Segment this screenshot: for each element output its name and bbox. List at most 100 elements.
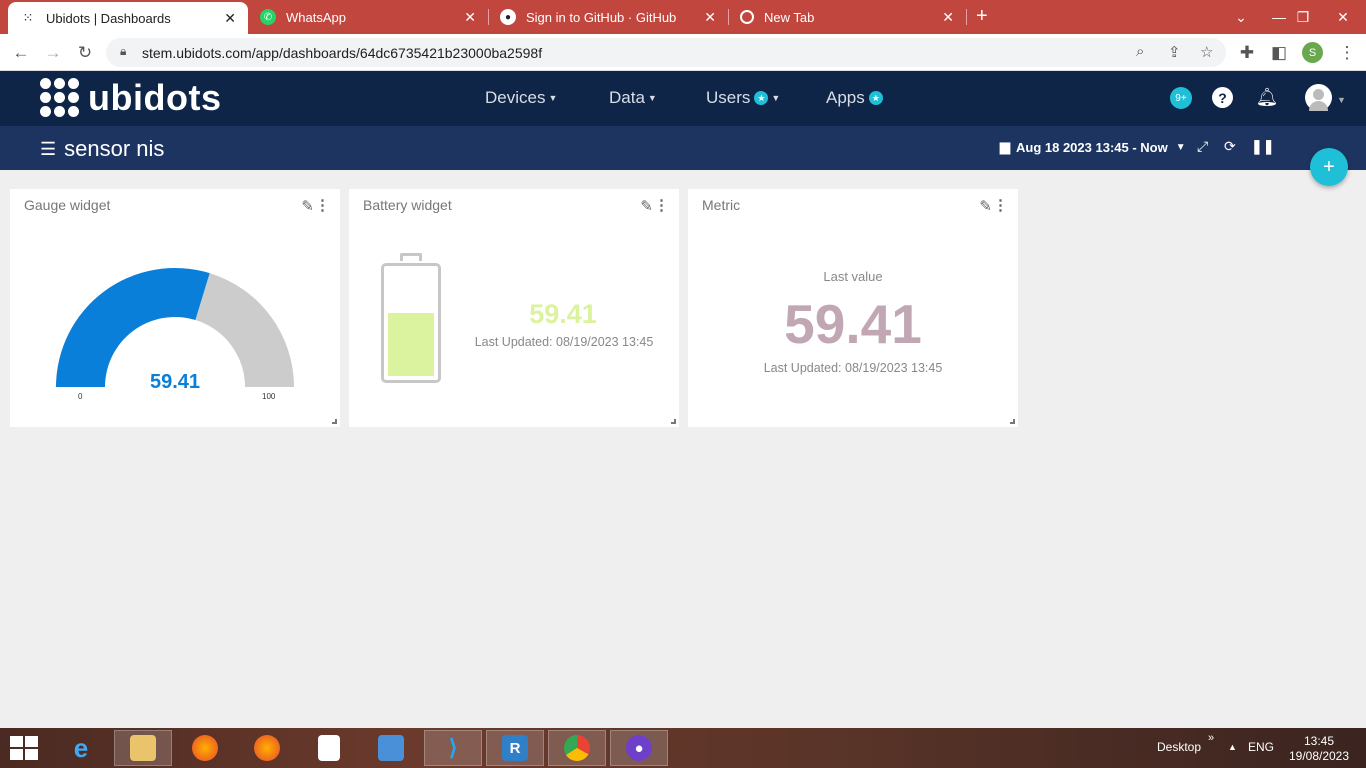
gauge-widget[interactable]: Gauge widget ✎ ⋮ 59.41 0 100 bbox=[10, 189, 340, 427]
taskbar-github-desktop[interactable]: ● bbox=[610, 730, 668, 766]
battery-level-fill bbox=[388, 313, 434, 376]
tab-ubidots[interactable]: ⁙ Ubidots | Dashboards ✕ bbox=[8, 2, 248, 34]
new-tab-icon[interactable]: + bbox=[976, 5, 988, 28]
battery-cap bbox=[400, 253, 422, 261]
taskbar-clock[interactable]: 13:45 19/08/2023 bbox=[1282, 734, 1356, 764]
taskbar-file-explorer[interactable] bbox=[114, 730, 172, 766]
widget-menu-icon[interactable]: ⋮ bbox=[654, 196, 669, 214]
close-window-icon[interactable]: ✕ bbox=[1320, 0, 1366, 34]
side-panel-icon[interactable]: ◧ bbox=[1266, 40, 1292, 66]
clock-time: 13:45 bbox=[1303, 734, 1335, 748]
battery-widget[interactable]: Battery widget ✎ ⋮ 59.41 Last Updated: 0… bbox=[349, 189, 679, 427]
lock-icon[interactable]: 🔒︎ bbox=[120, 44, 126, 59]
language-indicator[interactable]: ENG bbox=[1248, 740, 1274, 754]
gauge-value: 59.41 bbox=[149, 371, 201, 393]
forward-arrow-icon[interactable]: → bbox=[40, 40, 66, 66]
double-chevron-icon[interactable]: » bbox=[1208, 732, 1214, 744]
calendar-icon: ▆ bbox=[1000, 139, 1010, 154]
gauge-max-label: 100 bbox=[262, 392, 276, 401]
nav-users[interactable]: Users ★ ▼ bbox=[706, 88, 780, 108]
browser-tab-strip: ⁙ Ubidots | Dashboards ✕ ✆ WhatsApp ✕ ● … bbox=[0, 0, 1366, 34]
taskbar-chrome[interactable] bbox=[548, 730, 606, 766]
widget-menu-icon[interactable]: ⋮ bbox=[315, 196, 330, 214]
chrome-icon bbox=[740, 10, 754, 24]
taskbar-notepad[interactable] bbox=[300, 730, 358, 766]
resize-handle[interactable] bbox=[1010, 419, 1015, 424]
nav-users-label: Users bbox=[706, 88, 751, 107]
pause-icon[interactable]: ❚❚ bbox=[1251, 138, 1274, 155]
bookmark-star-icon[interactable]: ☆ bbox=[1200, 43, 1213, 61]
refresh-icon[interactable]: ⟳ bbox=[1224, 138, 1236, 155]
url-text[interactable]: stem.ubidots.com/app/dashboards/64dc6735… bbox=[142, 45, 542, 61]
firefox-icon bbox=[254, 735, 280, 761]
tray-up-arrow-icon[interactable]: ▲ bbox=[1228, 742, 1237, 752]
profile-avatar[interactable]: S bbox=[1302, 42, 1323, 63]
reload-icon[interactable]: ↻ bbox=[72, 40, 98, 66]
share-icon[interactable]: ⇪ bbox=[1168, 43, 1181, 61]
widget-title: Metric bbox=[702, 197, 741, 213]
avatar-caret-icon[interactable]: ▼ bbox=[1337, 95, 1346, 105]
close-tab-icon[interactable]: ✕ bbox=[704, 9, 716, 26]
tab-whatsapp[interactable]: ✆ WhatsApp ✕ bbox=[248, 0, 489, 34]
internet-explorer-icon: e bbox=[73, 732, 89, 763]
vscode-icon: ⟩ bbox=[448, 735, 458, 760]
taskbar-firefox-1[interactable] bbox=[176, 730, 234, 766]
close-tab-icon[interactable]: ✕ bbox=[224, 10, 236, 27]
tab-title: Ubidots | Dashboards bbox=[46, 10, 171, 26]
tab-separator bbox=[966, 9, 967, 25]
help-icon[interactable]: ? bbox=[1212, 87, 1233, 108]
taskbar-installer[interactable] bbox=[362, 730, 420, 766]
installer-icon bbox=[378, 735, 404, 761]
user-avatar[interactable] bbox=[1305, 84, 1332, 111]
nav-apps[interactable]: Apps ★ bbox=[826, 88, 883, 108]
close-tab-icon[interactable]: ✕ bbox=[464, 9, 476, 26]
github-icon: ● bbox=[500, 9, 516, 25]
edit-pencil-icon[interactable]: ✎ bbox=[640, 197, 653, 215]
taskbar-vnc[interactable]: R bbox=[486, 730, 544, 766]
widget-menu-icon[interactable]: ⋮ bbox=[993, 196, 1008, 214]
chrome-icon bbox=[564, 735, 590, 761]
bell-icon[interactable]: 🔔︎ bbox=[1255, 85, 1279, 109]
fullscreen-icon[interactable]: ⤢ bbox=[1197, 138, 1208, 155]
tab-title: New Tab bbox=[764, 9, 815, 25]
edit-pencil-icon[interactable]: ✎ bbox=[979, 197, 992, 215]
ubidots-logo-icon bbox=[40, 78, 80, 118]
address-bar[interactable]: 🔒︎ stem.ubidots.com/app/dashboards/64dc6… bbox=[106, 38, 1226, 67]
resize-handle[interactable] bbox=[332, 419, 337, 424]
desktop-toolbar-label[interactable]: Desktop bbox=[1157, 740, 1201, 754]
tab-new-tab[interactable]: New Tab ✕ bbox=[728, 0, 967, 34]
hamburger-menu-icon[interactable]: ☰ bbox=[40, 139, 56, 160]
battery-value: 59.41 bbox=[529, 299, 597, 329]
resize-handle[interactable] bbox=[671, 419, 676, 424]
star-badge-icon: ★ bbox=[754, 91, 769, 105]
zoom-icon[interactable]: ⌕ bbox=[1136, 43, 1144, 60]
date-range-picker[interactable]: ▆ Aug 18 2023 13:45 - Now ▼ bbox=[1000, 139, 1186, 155]
dashboard-title-bar[interactable]: ☰ sensor nis bbox=[40, 136, 164, 162]
nav-data[interactable]: Data ▼ bbox=[609, 88, 657, 108]
taskbar-ie[interactable]: e bbox=[52, 730, 110, 766]
avatar-body bbox=[1309, 101, 1328, 111]
add-widget-button[interactable]: + bbox=[1310, 148, 1348, 186]
close-tab-icon[interactable]: ✕ bbox=[942, 9, 954, 26]
taskbar-firefox-2[interactable] bbox=[238, 730, 296, 766]
ubidots-logo[interactable]: ubidots bbox=[40, 77, 221, 119]
whatsapp-icon: ✆ bbox=[260, 9, 276, 25]
widget-title: Gauge widget bbox=[24, 197, 111, 213]
clock-date: 19/08/2023 bbox=[1288, 749, 1350, 763]
extensions-puzzle-icon[interactable]: ✚ bbox=[1234, 40, 1260, 66]
back-arrow-icon[interactable]: ← bbox=[8, 40, 34, 66]
windows-taskbar: e ⟩ R ● Desktop » ▲ ENG 13:45 19/08/2023 bbox=[0, 728, 1366, 768]
windows-start-icon[interactable] bbox=[10, 736, 38, 760]
taskbar-vscode[interactable]: ⟩ bbox=[424, 730, 482, 766]
ubidots-navbar: ubidots Devices ▼ Data ▼ Users ★ ▼ Apps ★ 9+ … bbox=[0, 71, 1366, 126]
gauge-remaining-arc bbox=[195, 273, 294, 387]
notifications-badge[interactable]: 9+ bbox=[1170, 87, 1192, 109]
browser-menu-icon[interactable]: ⋮ bbox=[1334, 40, 1360, 66]
tab-github[interactable]: ● Sign in to GitHub · GitHub ✕ bbox=[488, 0, 729, 34]
avatar-head bbox=[1313, 89, 1324, 100]
logo-text: ubidots bbox=[88, 77, 222, 118]
edit-pencil-icon[interactable]: ✎ bbox=[301, 197, 314, 215]
metric-widget[interactable]: Metric ✎ ⋮ Last value 59.41 Last Updated… bbox=[688, 189, 1018, 427]
nav-devices[interactable]: Devices ▼ bbox=[485, 88, 557, 108]
caret-down-icon: ▼ bbox=[548, 93, 558, 103]
